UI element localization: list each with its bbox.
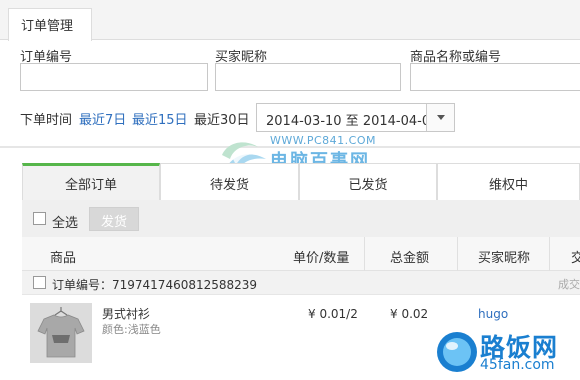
order-header-row: 订单编号：7197417460812588239 成交 (22, 271, 580, 295)
date-range-value: 2014-03-10 至 2014-04-08 (266, 114, 439, 129)
corner-logo-url: 45fan.com (480, 357, 555, 373)
col-total: 总金额 (390, 251, 430, 266)
column-divider (457, 237, 458, 271)
tab-disputes[interactable]: 维权中 (437, 163, 580, 200)
date-range-dropdown-button[interactable] (426, 104, 454, 131)
column-divider (364, 237, 365, 271)
select-all-label: 全选 (52, 216, 79, 231)
last-7-days-link[interactable]: 最近7日 (79, 109, 126, 128)
col-price-qty: 单价/数量 (293, 251, 350, 266)
product-attribute: 颜色:浅蓝色 (102, 323, 161, 336)
last-30-days-link[interactable]: 最近30日 (194, 109, 250, 128)
product-input[interactable] (410, 63, 580, 91)
order-total: ¥ 0.02 (390, 307, 429, 321)
select-all-checkbox[interactable] (33, 212, 46, 225)
order-checkbox[interactable] (33, 276, 46, 289)
order-status-tabs: 全部订单 待发货 已发货 维权中 (22, 163, 580, 200)
date-range-select[interactable]: 2014-03-10 至 2014-04-08 (256, 103, 455, 132)
order-status: 成交 (558, 278, 580, 291)
page-tab-order-management[interactable]: 订单管理 (8, 8, 92, 41)
bulk-action-toolbar: 全选 发货 (22, 200, 580, 237)
order-time-label: 下单时间 (20, 113, 73, 128)
watermark-url: WWW.PC841.COM (270, 134, 376, 147)
column-divider (549, 237, 550, 271)
tab-all-orders[interactable]: 全部订单 (22, 163, 160, 200)
tab-shipped[interactable]: 已发货 (299, 163, 437, 200)
order-no-input[interactable] (20, 63, 208, 91)
chevron-down-icon (437, 115, 445, 120)
last-15-days-link[interactable]: 最近15日 (132, 109, 188, 128)
buyer-input[interactable] (215, 63, 401, 91)
col-deal-partial: 交 (571, 251, 580, 266)
col-buyer: 买家昵称 (478, 251, 531, 266)
buyer-name-link[interactable]: hugo (478, 307, 508, 321)
table-header: 商品 单价/数量 总金额 买家昵称 交 (22, 237, 580, 271)
price-quantity: ¥ 0.01/2 (308, 307, 358, 321)
tab-pending-shipment[interactable]: 待发货 (160, 163, 299, 200)
order-number: 订单编号：7197417460812588239 (52, 278, 258, 292)
top-bar: 订单管理 (0, 0, 580, 41)
product-thumbnail[interactable] (30, 303, 92, 363)
product-name[interactable]: 男式衬衫 (102, 305, 150, 322)
col-product: 商品 (50, 251, 77, 266)
ship-button[interactable]: 发货 (89, 207, 139, 231)
